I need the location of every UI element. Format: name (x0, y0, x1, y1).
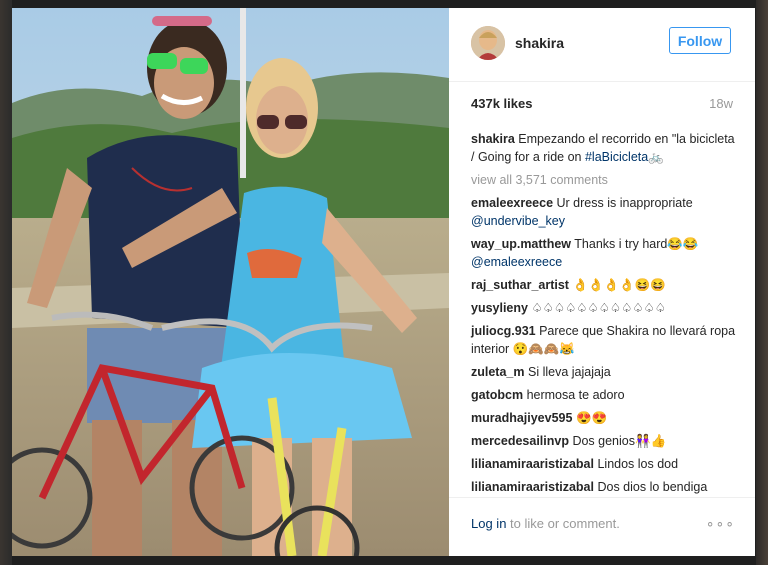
comment-row: raj_suthar_artist 👌👌👌👌😆😆 (471, 276, 741, 294)
post-age: 18w (709, 96, 733, 111)
comment-username[interactable]: emaleexreece (471, 196, 553, 210)
comment-username[interactable]: gatobcm (471, 388, 523, 402)
comment-text: Lindos los dod (597, 457, 679, 471)
comment-mention[interactable]: @emaleexreece (471, 255, 562, 269)
comment-row: muradhajiyev595 😍😍 (471, 409, 741, 427)
comment-text: Thanks i try hard😂😂 (574, 237, 699, 251)
comment-username[interactable]: raj_suthar_artist (471, 278, 569, 292)
login-prompt: Log in to like or comment. (471, 516, 620, 531)
view-all-comments-link[interactable]: view all 3,571 comments (471, 171, 741, 189)
comment-text: Dos dios lo bendiga (597, 480, 708, 494)
comment-text: 👌👌👌👌😆😆 (572, 278, 666, 292)
comments-list: shakira Empezando el recorrido en "la bi… (471, 130, 741, 501)
comment-username[interactable]: lilianamiraaristizabal (471, 457, 594, 471)
comment-row: way_up.matthew Thanks i try hard😂😂 @emale… (471, 235, 741, 271)
likes-count[interactable]: 437k likes (471, 96, 532, 111)
author-username[interactable]: shakira (515, 35, 564, 51)
login-link[interactable]: Log in (471, 516, 506, 531)
comment-row: emaleexreece Ur dress is inappropriate @u… (471, 194, 741, 230)
caption-username[interactable]: shakira (471, 132, 515, 146)
comment-row: juliocg.931 Parece que Shakira no llevar… (471, 322, 741, 358)
comment-text: Ur dress is inappropriate (556, 196, 693, 210)
caption-hashtag[interactable]: #laBicicleta (585, 150, 648, 164)
comment-username[interactable]: lilianamiraaristizabal (471, 480, 594, 494)
comment-username[interactable]: juliocg.931 (471, 324, 536, 338)
comment-text: Si lleva jajajaja (527, 365, 611, 379)
comment-username[interactable]: zuleta_m (471, 365, 525, 379)
comment-row: yusylieny ♤♤♤♤♤♤♤♤♤♤♤♤ (471, 299, 741, 317)
post-modal: shakira Follow 437k likes 18w shakira Em… (12, 8, 755, 556)
comment-username[interactable]: yusylieny (471, 301, 528, 315)
post-side-panel: shakira Follow 437k likes 18w shakira Em… (449, 8, 755, 556)
comment-mention[interactable]: @undervibe_key (471, 214, 565, 228)
comment-username[interactable]: mercedesailinvp (471, 434, 569, 448)
comment-row: lilianamiraaristizabal Dos dios lo bendi… (471, 478, 741, 496)
caption: shakira Empezando el recorrido en "la bi… (471, 130, 741, 166)
comment-text: 😍😍 (575, 411, 608, 425)
comment-username[interactable]: way_up.matthew (471, 237, 571, 251)
comment-text: ♤♤♤♤♤♤♤♤♤♤♤♤ (531, 301, 666, 315)
comment-row: gatobcm hermosa te adoro (471, 386, 741, 404)
avatar[interactable] (471, 26, 505, 60)
comment-row: zuleta_m Si lleva jajajaja (471, 363, 741, 381)
comment-text: hermosa te adoro (526, 388, 625, 402)
post-photo (12, 8, 449, 556)
comment-row: lilianamiraaristizabal Lindos los dod (471, 455, 741, 473)
comment-username[interactable]: muradhajiyev595 (471, 411, 572, 425)
post-header: shakira Follow (449, 8, 755, 82)
post-footer: Log in to like or comment. ∘∘∘ (449, 497, 755, 556)
comment-text: Dos genios👭👍 (572, 434, 667, 448)
bicycle-emoji: 🚲 (648, 150, 664, 164)
comment-row: mercedesailinvp Dos genios👭👍 (471, 432, 741, 450)
more-options-icon[interactable]: ∘∘∘ (706, 515, 735, 532)
login-prompt-text: to like or comment. (506, 516, 620, 531)
follow-button[interactable]: Follow (669, 27, 731, 54)
